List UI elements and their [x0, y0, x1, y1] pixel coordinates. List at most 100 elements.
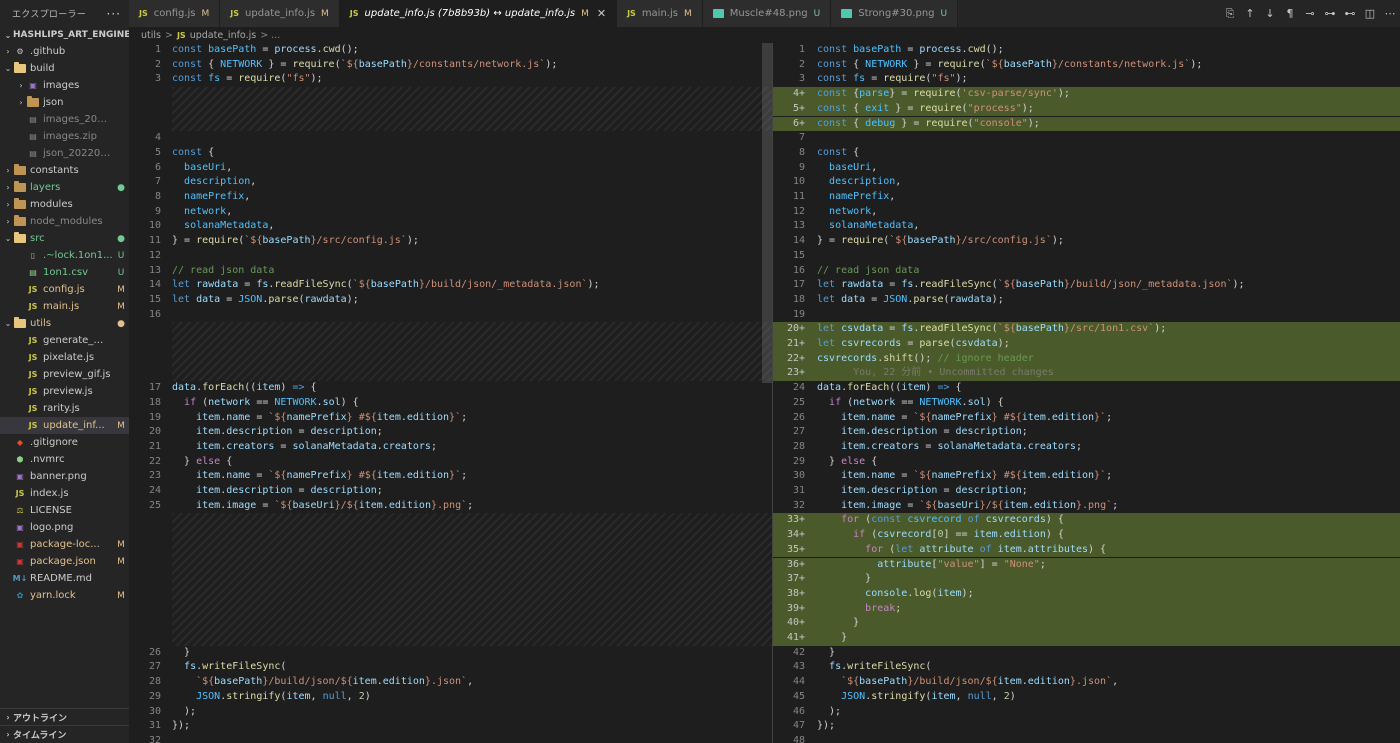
code-line[interactable]: 11} = require(`${basePath}/src/config.js… — [129, 234, 772, 249]
code-line[interactable]: 48 — [773, 734, 1400, 743]
tree-item[interactable]: ⬢ .nvmrc — [0, 451, 129, 468]
added-code-line[interactable]: 34+ if (csvrecord[0] == item.edition) { — [773, 528, 1400, 543]
tree-item[interactable]: › layers ● — [0, 179, 129, 196]
tree-item[interactable]: ▣ package.json M — [0, 553, 129, 570]
tab[interactable]: JS main.js M — [617, 0, 703, 27]
code-line[interactable]: 47}); — [773, 719, 1400, 734]
added-code-line[interactable]: 6+ const { debug } = require("console"); — [773, 116, 1400, 132]
tree-item[interactable]: ▤ 1on1.csv U — [0, 264, 129, 281]
code-line[interactable]: 32 item.image = `${baseUri}/${item.editi… — [773, 499, 1400, 514]
code-line[interactable]: 18 let data = JSON.parse(rawdata); — [773, 293, 1400, 308]
code-line[interactable]: 44 `${basePath}/build/json/${item.editio… — [773, 675, 1400, 690]
tree-item[interactable]: JS preview_gif.js — [0, 366, 129, 383]
scrollbar-thumb[interactable] — [762, 43, 772, 383]
more-actions-icon[interactable]: ··· — [107, 7, 121, 21]
tree-item[interactable]: ▣ banner.png — [0, 468, 129, 485]
code-line[interactable]: 14 let rawdata = fs.readFileSync(`${baseP… — [129, 278, 772, 293]
code-line[interactable]: 27 item.description = description; — [773, 425, 1400, 440]
code-line[interactable]: 19 — [773, 308, 1400, 323]
added-code-line[interactable]: 33+ for (const csvrecord of csvrecords) … — [773, 513, 1400, 529]
tree-item[interactable]: JS generate_metad... — [0, 332, 129, 349]
tree-item[interactable]: JS main.js M — [0, 298, 129, 315]
added-code-line[interactable]: 4+ const {parse} = require('csv-parse/syn… — [773, 87, 1400, 102]
code-line[interactable]: 25 item.image = `${baseUri}/${item.editi… — [129, 499, 772, 514]
added-code-line[interactable]: 5+ const { exit } = require("process"); — [773, 101, 1400, 117]
code-line[interactable]: 46 ); — [773, 705, 1400, 720]
added-code-line[interactable]: 35+ for (let attribute of item.attribute… — [773, 542, 1400, 558]
tree-item[interactable]: › ⚙ .github — [0, 43, 129, 60]
code-line[interactable]: 1 const basePath = process.cwd(); — [129, 43, 772, 58]
tree-item[interactable]: M↓ README.md — [0, 570, 129, 587]
tab[interactable]: JS config.js M — [129, 0, 221, 27]
code-line[interactable]: 31 item.description = description; — [773, 484, 1400, 499]
code-line[interactable]: 32 — [129, 734, 772, 743]
code-line[interactable]: 4 — [129, 131, 772, 146]
code-line[interactable]: 13 // read json data — [129, 264, 772, 279]
code-line[interactable]: 45 JSON.stringify(item, null, 2) — [773, 690, 1400, 705]
tree-item[interactable]: JS index.js — [0, 485, 129, 502]
breadcrumb-file[interactable]: update_info.js — [190, 30, 256, 41]
whitespace-icon[interactable]: ¶ — [1284, 7, 1296, 20]
code-line[interactable]: 28 `${basePath}/build/json/${item.editio… — [129, 675, 772, 690]
code-line[interactable]: 31}); — [129, 719, 772, 734]
code-line[interactable]: 27 fs.writeFileSync( — [129, 660, 772, 675]
code-line[interactable]: 25 if (network == NETWORK.sol) { — [773, 396, 1400, 411]
code-line[interactable]: 17 data.forEach((item) => { — [129, 381, 772, 396]
tree-item[interactable]: ▣ package-loc... M — [0, 536, 129, 553]
code-line[interactable]: 5 const { — [129, 146, 772, 161]
code-line[interactable]: 26 } — [129, 646, 772, 661]
code-line[interactable]: 28 item.creators = solanaMetadata.creato… — [773, 440, 1400, 455]
stage-icon[interactable]: ⊸ — [1304, 7, 1316, 20]
code-line[interactable]: 20 item.description = description; — [129, 425, 772, 440]
code-line[interactable]: 19 item.name = `${namePrefix} #${item.ed… — [129, 411, 772, 426]
tree-item[interactable]: ⌄ build — [0, 60, 129, 77]
tree-item[interactable]: ⌄ src ● — [0, 230, 129, 247]
code-line[interactable]: 24 item.description = description; — [129, 484, 772, 499]
outline-section[interactable]: › アウトライン — [0, 709, 129, 726]
previous-change-icon[interactable]: ↑ — [1244, 7, 1256, 20]
code-line[interactable]: 3 const fs = require("fs"); — [773, 72, 1400, 87]
code-line[interactable]: 24 data.forEach((item) => { — [773, 381, 1400, 396]
tree-item[interactable]: ⚖ LICENSE — [0, 502, 129, 519]
split-editor-icon[interactable]: ◫ — [1364, 7, 1376, 20]
code-line[interactable]: 7 description, — [129, 175, 772, 190]
added-code-line[interactable]: 22+ csvrecords.shift(); // ignore header — [773, 351, 1400, 367]
code-line[interactable]: 11 namePrefix, — [773, 190, 1400, 205]
code-line[interactable]: 2 const { NETWORK } = require(`${basePath… — [773, 58, 1400, 73]
code-line[interactable]: 17 let rawdata = fs.readFileSync(`${baseP… — [773, 278, 1400, 293]
code-line[interactable]: 3 const fs = require("fs"); — [129, 72, 772, 87]
added-code-line[interactable]: 40+ } — [773, 616, 1400, 631]
added-code-line[interactable]: 41+ } — [773, 631, 1400, 646]
code-line[interactable]: 9 baseUri, — [773, 161, 1400, 176]
compare-icon[interactable]: ⊷ — [1344, 7, 1356, 20]
tree-item[interactable]: JS rarity.js — [0, 400, 129, 417]
code-line[interactable]: 30 ); — [129, 705, 772, 720]
code-line[interactable]: 15 — [773, 249, 1400, 264]
code-line[interactable]: 43 fs.writeFileSync( — [773, 660, 1400, 675]
added-code-line[interactable]: 36+ attribute["value"] = "None"; — [773, 557, 1400, 573]
tree-item[interactable]: ▤ images_2022070... — [0, 111, 129, 128]
breadcrumb-folder[interactable]: utils — [141, 30, 161, 41]
code-line[interactable]: 42 } — [773, 646, 1400, 661]
code-line[interactable]: 9 network, — [129, 205, 772, 220]
code-line[interactable]: 21 item.creators = solanaMetadata.creato… — [129, 440, 772, 455]
code-line[interactable]: 29 JSON.stringify(item, null, 2) — [129, 690, 772, 705]
tab[interactable]: JS update_info.js (7b8b93b) ↔ update_info… — [339, 0, 618, 27]
code-line[interactable]: 15 let data = JSON.parse(rawdata); — [129, 293, 772, 308]
tree-item[interactable]: ⌄ utils ● — [0, 315, 129, 332]
code-line[interactable]: 1 const basePath = process.cwd(); — [773, 43, 1400, 58]
tree-item[interactable]: › node_modules — [0, 213, 129, 230]
tree-item[interactable]: › ▣ images — [0, 77, 129, 94]
code-line[interactable]: 8 const { — [773, 146, 1400, 161]
open-file-icon[interactable]: ⎘ — [1224, 7, 1236, 21]
more-icon[interactable]: ⋯ — [1384, 7, 1396, 20]
code-line[interactable]: 22 } else { — [129, 455, 772, 470]
tree-item[interactable]: JS config.js M — [0, 281, 129, 298]
diff-original-pane[interactable]: 1 const basePath = process.cwd(); 2 const {… — [129, 43, 772, 743]
code-line[interactable]: 10 solanaMetadata, — [129, 219, 772, 234]
diff-modified-pane[interactable]: 1 const basePath = process.cwd(); 2 const {… — [773, 43, 1400, 743]
tree-item[interactable]: ◆ .gitignore — [0, 434, 129, 451]
close-icon[interactable]: ✕ — [597, 7, 606, 20]
tree-item[interactable]: JS preview.js — [0, 383, 129, 400]
tab[interactable]: Strong#30.png U — [831, 0, 959, 27]
